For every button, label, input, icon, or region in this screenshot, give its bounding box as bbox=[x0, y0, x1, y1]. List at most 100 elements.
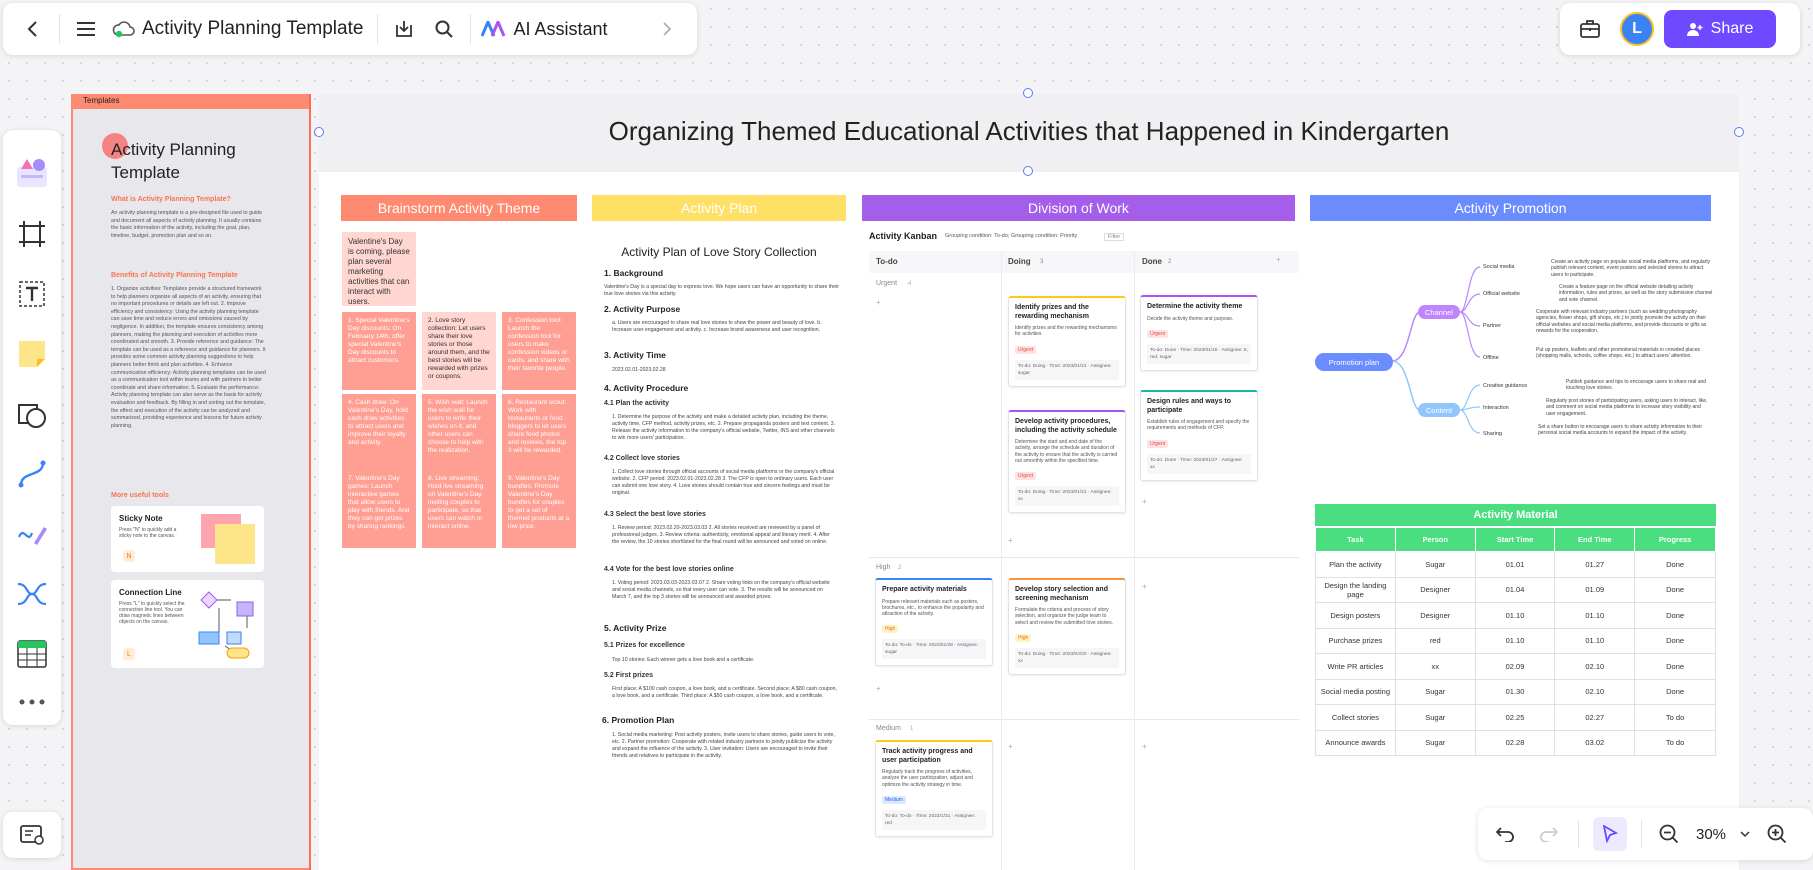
kanban-card[interactable]: Prepare activity materials Prepare relev… bbox=[875, 578, 993, 667]
mindmap-leaf[interactable]: Official website bbox=[1483, 291, 1520, 297]
undo-button[interactable] bbox=[1490, 826, 1520, 842]
redo-icon bbox=[1540, 827, 1559, 842]
ai-assistant-button[interactable]: AI Assistant bbox=[481, 19, 607, 40]
mindmap-channel[interactable]: Channel bbox=[1418, 305, 1460, 319]
mindmap-leaf-desc: Publish guidance and tips to encourage u… bbox=[1566, 379, 1707, 392]
search-button[interactable] bbox=[424, 9, 464, 49]
template-icon bbox=[17, 159, 47, 187]
table-cell: Sugar bbox=[1394, 678, 1476, 705]
chevron-down-icon[interactable] bbox=[1740, 830, 1750, 838]
mindmap-content[interactable]: Content bbox=[1418, 403, 1460, 417]
brainstorm-note[interactable]: 6. Restaurant scout: Work with restauran… bbox=[502, 394, 576, 472]
share-button[interactable]: Share bbox=[1664, 10, 1776, 48]
add-card-button[interactable]: + bbox=[1142, 497, 1147, 506]
zoom-in-button[interactable] bbox=[1764, 824, 1790, 844]
kanban-card[interactable]: Determine the activity theme Decide the … bbox=[1140, 295, 1258, 371]
menu-button[interactable] bbox=[66, 9, 106, 49]
table-row[interactable]: Design the landing page Designer 01.04 01.0… bbox=[1315, 576, 1716, 603]
board-title[interactable]: Organizing Themed Educational Activities… bbox=[319, 116, 1739, 147]
kanban-title: Activity Kanban bbox=[869, 231, 938, 241]
selection-handle-left[interactable] bbox=[314, 127, 324, 137]
add-card-button[interactable]: + bbox=[876, 684, 881, 693]
add-card-button[interactable]: + bbox=[876, 298, 881, 307]
brainstorm-note[interactable]: 2. Love story collection: Let users shar… bbox=[422, 312, 496, 390]
kanban-card[interactable]: Design rules and ways to participate Est… bbox=[1140, 390, 1258, 481]
lane-divider bbox=[869, 719, 1299, 720]
kanban-grouping[interactable]: Grouping condition: To-do; Grouping cond… bbox=[945, 233, 1077, 239]
mindmap-tool[interactable] bbox=[10, 564, 54, 624]
mindmap-leaf-desc: Put up posters, leaflets and other promo… bbox=[1536, 347, 1700, 360]
brainstorm-note[interactable]: 4. Cash draw: On Valentine's Day, hold c… bbox=[342, 394, 416, 472]
selection-handle-right[interactable] bbox=[1734, 127, 1744, 137]
connection-shortcut-key: L bbox=[123, 648, 135, 660]
kanban-filter[interactable]: Filter bbox=[1104, 233, 1125, 241]
minimap-button[interactable] bbox=[3, 812, 61, 858]
table-row[interactable]: Collect stories Sugar 02.25 02.27 To do bbox=[1315, 704, 1716, 731]
toolbox-button[interactable] bbox=[1570, 9, 1610, 49]
kanban-card[interactable]: Identify prizes and the rewarding mechan… bbox=[1008, 296, 1126, 387]
plan-text: First place: A $100 cash coupon, a love … bbox=[612, 686, 837, 699]
shape-tool[interactable] bbox=[10, 384, 54, 444]
table-row[interactable]: Social media posting Sugar 01.30 02.10 Done bbox=[1315, 678, 1716, 705]
mindmap-leaf[interactable]: Interaction bbox=[1483, 405, 1509, 411]
table-row[interactable]: Design posters Designer 01.10 01.10 Done bbox=[1315, 602, 1716, 629]
document-title[interactable]: Activity Planning Template bbox=[142, 18, 363, 40]
brainstorm-note[interactable]: 9. Valentine's Day bundles: Promote Vale… bbox=[502, 470, 576, 548]
kanban-card[interactable]: Develop story selection and screening me… bbox=[1008, 578, 1126, 675]
redo-button[interactable] bbox=[1534, 826, 1564, 842]
mindmap-leaf[interactable]: Partner bbox=[1483, 323, 1501, 329]
kanban-col-doing: Doing bbox=[1008, 257, 1031, 266]
more-tools-button[interactable] bbox=[10, 684, 54, 720]
avatar[interactable]: L bbox=[1620, 12, 1654, 46]
kanban-add-column-button[interactable]: + bbox=[1276, 255, 1281, 264]
activity-material-table[interactable]: Activity Material Task Person Start Time… bbox=[1315, 504, 1716, 756]
table-row[interactable]: Plan the activity Sugar 01.01 01.27 Done bbox=[1315, 551, 1716, 578]
connector-tool[interactable] bbox=[10, 444, 54, 504]
brainstorm-note[interactable]: 1. Special Valentine's Day discounts: On… bbox=[342, 312, 416, 390]
what-text: An activity planning template is a pre-d… bbox=[111, 210, 263, 239]
zoom-out-button[interactable] bbox=[1656, 824, 1682, 844]
brainstorm-intro-note[interactable]: Valentine's Day is coming, please plan s… bbox=[342, 232, 416, 306]
plan-subheading: 4.4 Vote for the best love stories onlin… bbox=[604, 566, 734, 573]
template-tool[interactable] bbox=[10, 144, 54, 204]
sticky-note-tool[interactable] bbox=[10, 324, 54, 384]
selection-handle-bottom[interactable] bbox=[1023, 166, 1033, 176]
mindmap-leaf[interactable]: Offline bbox=[1483, 355, 1499, 361]
sticky-note-tip-card[interactable]: Sticky Note Press "N" to quickly add a s… bbox=[111, 506, 264, 572]
pen-tool[interactable] bbox=[10, 504, 54, 564]
download-button[interactable] bbox=[384, 9, 424, 49]
kanban-card[interactable]: Track activity progress and user partici… bbox=[875, 740, 993, 837]
back-button[interactable] bbox=[13, 9, 53, 49]
frame-tool[interactable] bbox=[10, 204, 54, 264]
table-row[interactable]: Purchase prizes red 01.10 01.10 Done bbox=[1315, 627, 1716, 654]
zoom-level[interactable]: 30% bbox=[1696, 826, 1726, 843]
mindmap-leaf[interactable]: Sharing bbox=[1483, 431, 1502, 437]
plan-heading: 3. Activity Time bbox=[604, 350, 666, 360]
select-pointer-button[interactable] bbox=[1593, 817, 1627, 851]
table-row[interactable]: Write PR articles xx 02.09 02.10 Done bbox=[1315, 653, 1716, 680]
mindmap-leaf[interactable]: Creative guidance bbox=[1483, 383, 1527, 389]
text-tool[interactable] bbox=[10, 264, 54, 324]
sticky-illustration-yellow bbox=[215, 524, 255, 564]
table-cell: To do bbox=[1634, 729, 1716, 756]
brainstorm-note[interactable]: 7. Valentine's Day games: Launch interac… bbox=[342, 470, 416, 548]
selection-handle-top[interactable] bbox=[1023, 88, 1033, 98]
add-card-button[interactable]: + bbox=[1008, 742, 1013, 751]
add-card-button[interactable]: + bbox=[1142, 742, 1147, 751]
table-row[interactable]: Announce awards Sugar 02.28 03.02 To do bbox=[1315, 729, 1716, 756]
kanban-card[interactable]: Develop activity procedures, including t… bbox=[1008, 410, 1126, 514]
expand-button[interactable] bbox=[647, 9, 687, 49]
mindmap-leaf[interactable]: Social media bbox=[1483, 264, 1515, 270]
brainstorm-note[interactable]: 8. Live streaming: Hold live streaming o… bbox=[422, 470, 496, 548]
mindmap-root[interactable]: Promotion plan bbox=[1315, 353, 1393, 371]
plan-heading: 5. Activity Prize bbox=[604, 623, 667, 633]
brainstorm-note[interactable]: 5. Wish wall: Launch the wish wall for u… bbox=[422, 394, 496, 472]
brainstorm-note[interactable]: 3. Confession tool: Launch the confessio… bbox=[502, 312, 576, 390]
plan-subheading: 4.2 Collect love stories bbox=[604, 455, 680, 462]
add-card-button[interactable]: + bbox=[1142, 582, 1147, 591]
table-tool[interactable] bbox=[10, 624, 54, 684]
download-icon bbox=[396, 21, 413, 37]
connection-line-tip-card[interactable]: Connection Line Press "L" to quickly sel… bbox=[111, 580, 264, 668]
add-card-button[interactable]: + bbox=[1008, 536, 1013, 545]
add-user-icon bbox=[1686, 23, 1703, 36]
